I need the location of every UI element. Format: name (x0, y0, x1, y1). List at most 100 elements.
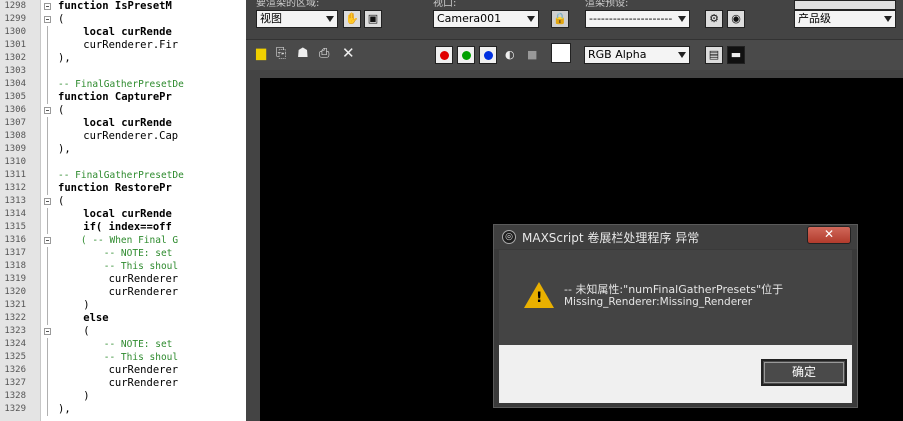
fold-guide (47, 52, 48, 65)
fold-toggle-icon[interactable] (44, 3, 51, 10)
red-channel-button[interactable] (435, 46, 453, 64)
maxscript-app-icon: ◎ (502, 230, 516, 244)
fold-guide (47, 377, 48, 390)
code-text: ( -- When Final G (58, 235, 179, 246)
edit-region-icon[interactable]: ✋ (343, 10, 361, 28)
toggle-ui-icon[interactable]: ▬ (727, 46, 745, 64)
code-line: 1316 ( -- When Final G (0, 234, 246, 247)
fold-guide (47, 26, 48, 39)
top-right-field[interactable] (794, 0, 896, 10)
error-message-line-1: -- 未知属性:"numFinalGatherPresets"位于 (564, 283, 784, 296)
code-line: 1313 ( (0, 195, 246, 208)
line-number: 1323 (4, 326, 26, 336)
fold-guide (47, 351, 48, 364)
production-level-dropdown[interactable]: 产品级 (794, 10, 896, 28)
code-line: 1308 curRenderer.Cap (0, 130, 246, 143)
clone-window-icon[interactable]: ☗ (297, 46, 309, 62)
fold-toggle-icon[interactable] (44, 198, 51, 205)
line-number: 1324 (4, 339, 26, 349)
line-number: 1320 (4, 287, 26, 297)
code-line: 1299 ( (0, 13, 246, 26)
script-editor[interactable]: 1298 function IsPresetM 1299 (1300 local cu… (0, 0, 246, 421)
render-setup-icon[interactable]: ⚙ (705, 10, 723, 28)
print-icon[interactable]: ⎙ (319, 46, 329, 62)
fold-guide (47, 390, 48, 403)
close-button[interactable]: ✕ (807, 226, 851, 244)
code-line: 1306 ( (0, 104, 246, 117)
code-line: 1317 -- NOTE: set (0, 247, 246, 260)
monochrome-icon[interactable]: ■ (527, 47, 537, 63)
save-image-icon[interactable]: ▆ (256, 46, 266, 62)
code-line: 1305 function CapturePr (0, 91, 246, 104)
code-text: ) (58, 390, 90, 402)
code-text: local curRende (58, 117, 172, 129)
auto-region-icon[interactable]: ▣ (364, 10, 382, 28)
line-number: 1303 (4, 66, 26, 76)
fold-guide (47, 312, 48, 325)
blue-channel-button[interactable] (479, 46, 497, 64)
code-text: local curRende (58, 26, 172, 38)
area-to-render-value: 视图 (260, 12, 282, 25)
swatch-color[interactable] (551, 43, 571, 63)
code-text: curRenderer (58, 286, 179, 298)
code-text: ( (58, 13, 65, 25)
fold-guide (47, 364, 48, 377)
code-text: function CapturePr (58, 91, 172, 103)
fold-toggle-icon[interactable] (44, 107, 51, 114)
code-line: 1322 else (0, 312, 246, 325)
line-number: 1316 (4, 235, 26, 245)
code-text: -- FinalGatherPresetDe (58, 79, 184, 90)
code-text: ( (58, 104, 65, 116)
area-to-render-dropdown[interactable]: 视图 (256, 10, 338, 28)
warning-exclamation: ! (536, 290, 543, 306)
line-number: 1319 (4, 274, 26, 284)
copy-image-icon[interactable]: ⎘ (276, 46, 286, 62)
line-number: 1301 (4, 40, 26, 50)
red-dot-icon (440, 51, 449, 60)
line-number: 1304 (4, 79, 26, 89)
fold-toggle-icon[interactable] (44, 16, 51, 23)
fold-guide (47, 338, 48, 351)
line-number: 1311 (4, 170, 26, 180)
environment-icon[interactable]: ◉ (727, 10, 745, 28)
code-line: 1323 ( (0, 325, 246, 338)
code-text: ), (58, 403, 71, 415)
code-text: curRenderer (58, 377, 179, 389)
code-line: 1301 curRenderer.Fir (0, 39, 246, 52)
line-number: 1317 (4, 248, 26, 258)
code-text: -- This shoul (58, 261, 179, 272)
alpha-channel-icon[interactable]: ◐ (505, 47, 515, 63)
viewport-value: Camera001 (437, 12, 502, 25)
line-number: 1322 (4, 313, 26, 323)
dialog-title-bar[interactable]: ◎ MAXScript 卷展栏处理程序 异常 ✕ (494, 225, 857, 249)
render-preset-value: --------------------- (589, 12, 673, 25)
error-message-line-2: Missing_Renderer:Missing_Renderer (564, 296, 753, 308)
viewport-dropdown[interactable]: Camera001 (433, 10, 539, 28)
code-line: 1328 ) (0, 390, 246, 403)
code-text: curRenderer.Fir (58, 39, 179, 51)
fold-guide (47, 208, 48, 221)
fold-guide (47, 117, 48, 130)
code-line: 1318 -- This shoul (0, 260, 246, 273)
fold-toggle-icon[interactable] (44, 237, 51, 244)
green-channel-button[interactable] (457, 46, 475, 64)
fold-guide (47, 182, 48, 195)
code-line: 1325 -- This shoul (0, 351, 246, 364)
lock-icon[interactable]: 🔒 (551, 10, 569, 28)
line-number: 1315 (4, 222, 26, 232)
fold-guide (47, 169, 48, 182)
render-preset-dropdown[interactable]: --------------------- (585, 10, 690, 28)
code-text: function RestorePr (58, 182, 172, 194)
channel-display-dropdown[interactable]: RGB Alpha (584, 46, 690, 64)
fold-guide (47, 143, 48, 156)
fold-guide (47, 91, 48, 104)
code-line: 1320 curRenderer (0, 286, 246, 299)
ok-button[interactable]: 确定 (761, 359, 847, 386)
code-lines: 1298 function IsPresetM 1299 (1300 local cu… (0, 0, 246, 416)
toggle-ui-overlay-icon[interactable]: ▤ (705, 46, 723, 64)
code-text: else (58, 312, 109, 324)
line-number: 1310 (4, 157, 26, 167)
fold-toggle-icon[interactable] (44, 328, 51, 335)
code-text: ) (58, 299, 90, 311)
clear-icon[interactable]: ✕ (342, 45, 355, 61)
